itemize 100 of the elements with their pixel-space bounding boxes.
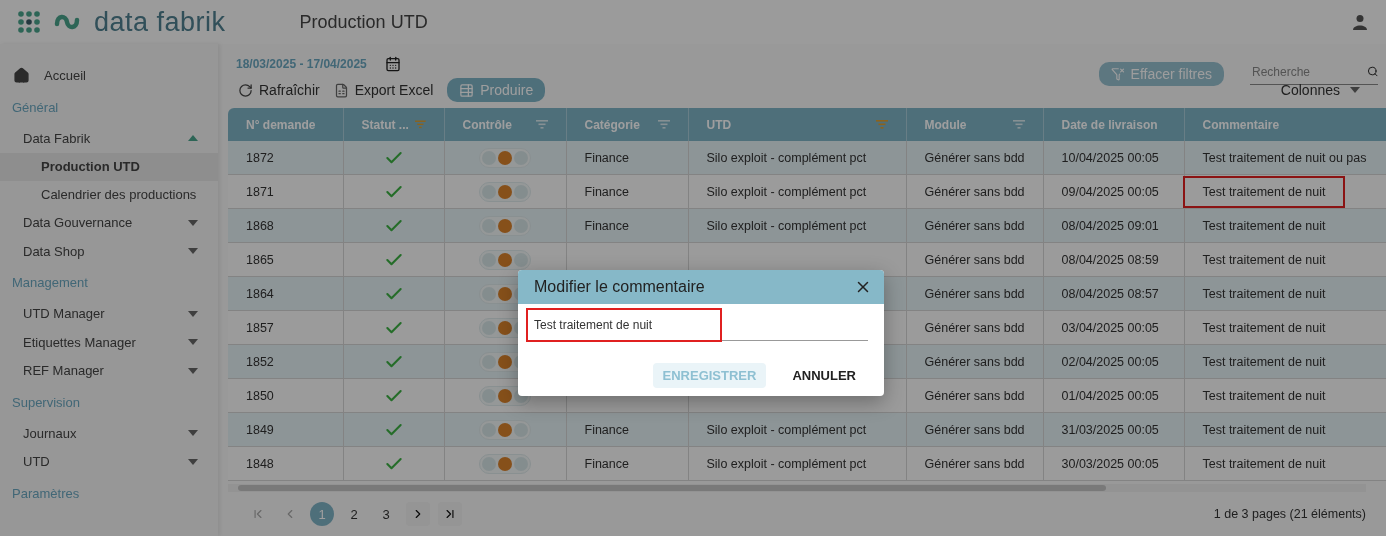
column-header-label: Statut ... <box>361 117 409 132</box>
table-cell: Générer sans bdd <box>906 208 1043 243</box>
traffic-light-toggle[interactable] <box>479 419 531 440</box>
export-button[interactable]: Export Excel <box>333 82 434 98</box>
traffic-light-toggle[interactable] <box>479 453 531 474</box>
sidebar-group[interactable]: Etiquettes Manager <box>23 334 136 350</box>
comment-text[interactable]: Test traitement de nuit <box>1202 315 1326 340</box>
cancel-button[interactable]: ANNULER <box>782 363 866 388</box>
comment-text[interactable]: Test traitement de nuit <box>1202 417 1326 442</box>
columns-dropdown[interactable]: Colonnes <box>1274 81 1366 99</box>
table-cell: Générer sans bdd <box>906 276 1043 311</box>
filter-clear-icon <box>1110 67 1125 81</box>
table-cell: Silo exploit - complément pct <box>688 208 906 243</box>
table-cell: 1865 <box>228 242 343 277</box>
page-number[interactable]: 2 <box>342 502 366 526</box>
table-cell: Silo exploit - complément pct <box>688 141 906 175</box>
sidebar-group[interactable]: Data Fabrik <box>23 130 91 146</box>
sidebar-group[interactable]: Data Shop <box>23 243 85 259</box>
table-cell: 02/04/2025 00:05 <box>1043 344 1184 379</box>
table-cell: 08/04/2025 09:01 <box>1043 208 1184 243</box>
filter-icon[interactable] <box>657 120 670 129</box>
table-cell: 08/04/2025 08:59 <box>1043 242 1184 277</box>
table-cell: Générer sans bdd <box>906 141 1043 175</box>
refresh-button[interactable]: Rafraîchir <box>238 82 320 98</box>
dialog-title: Modifier le commentaire <box>534 278 705 296</box>
spreadsheet-icon <box>333 82 349 98</box>
table-cell: 01/04/2025 00:05 <box>1043 378 1184 413</box>
table-cell: Silo exploit - complément pct <box>688 446 906 481</box>
column-header-label: UTD <box>706 117 732 132</box>
table-cell: 1850 <box>228 378 343 413</box>
filter-icon[interactable] <box>1012 120 1025 129</box>
table-cell: 09/04/2025 00:05 <box>1043 174 1184 209</box>
table-cell: Silo exploit - complément pct <box>688 412 906 447</box>
logo-icon <box>54 12 80 32</box>
table-cell: Finance <box>566 208 688 243</box>
column-header-label: Contrôle <box>462 117 512 132</box>
page-number[interactable]: 3 <box>374 502 398 526</box>
table-icon <box>459 82 475 98</box>
sidebar-item[interactable]: Accueil <box>0 60 218 90</box>
table-cell: 1872 <box>228 141 343 175</box>
table-cell: 1871 <box>228 174 343 209</box>
home-icon <box>13 66 30 84</box>
sidebar-section-title: Management <box>11 274 89 292</box>
last-page-button[interactable] <box>438 502 462 526</box>
sidebar-group[interactable]: REF Manager <box>23 363 104 379</box>
table-cell: 1852 <box>228 344 343 379</box>
app-grid-icon[interactable] <box>18 11 40 33</box>
column-header-label: Date de livraison <box>1061 117 1158 132</box>
calendar-icon[interactable] <box>384 56 401 72</box>
sidebar-item-label: Accueil <box>44 67 86 83</box>
search-field[interactable]: Recherche <box>1250 63 1367 80</box>
sidebar-group[interactable]: UTD Manager <box>23 306 105 322</box>
comment-text[interactable]: Test traitement de nuit <box>1202 281 1326 306</box>
table-cell: 10/04/2025 00:05 <box>1043 141 1184 175</box>
horizontal-scrollbar[interactable] <box>228 484 1366 492</box>
table-cell: Finance <box>566 446 688 481</box>
table-cell: Générer sans bdd <box>906 310 1043 345</box>
table-cell: Générer sans bdd <box>906 344 1043 379</box>
sidebar-group[interactable]: UTD <box>23 454 50 470</box>
sidebar-group[interactable]: Data Gouvernance <box>23 215 133 231</box>
table-cell: Générer sans bdd <box>906 446 1043 481</box>
comment-text[interactable]: Test traitement de nuit <box>1202 383 1326 408</box>
traffic-light-toggle[interactable] <box>479 215 531 236</box>
table-cell: Finance <box>566 412 688 447</box>
next-page-button[interactable] <box>406 502 430 526</box>
sidebar-section-title: Paramètres <box>11 484 81 503</box>
column-header-label: Catégorie <box>584 117 640 132</box>
comment-text[interactable]: Test traitement de nuit <box>1184 177 1344 206</box>
table-cell: 1857 <box>228 310 343 345</box>
traffic-light-toggle[interactable] <box>479 181 531 202</box>
table-cell: 08/04/2025 08:57 <box>1043 276 1184 311</box>
page-info: 1 de 3 pages (21 éléments) <box>1213 507 1366 521</box>
table-cell: 1849 <box>228 412 343 447</box>
table-cell: Générer sans bdd <box>906 174 1043 209</box>
user-icon[interactable] <box>1352 14 1368 30</box>
table-cell: Finance <box>566 174 688 209</box>
comment-text[interactable]: Test traitement de nuit <box>1202 213 1326 238</box>
first-page-icon <box>251 507 265 521</box>
comment-text[interactable]: Test traitement de nuit <box>1202 247 1326 272</box>
table-cell: Finance <box>566 141 688 175</box>
column-header-label: N° demande <box>246 117 316 132</box>
comment-text[interactable]: Test traitement de nuit ou pas <box>1202 145 1367 170</box>
table-cell: 30/03/2025 00:05 <box>1043 446 1184 481</box>
comment-input[interactable]: Test traitement de nuit <box>528 310 720 340</box>
table-cell: Générer sans bdd <box>906 378 1043 413</box>
table-cell: Générer sans bdd <box>906 412 1043 447</box>
caret-icon <box>1350 87 1360 93</box>
traffic-light-toggle[interactable] <box>479 147 531 168</box>
page-title: Production UTD <box>299 11 429 33</box>
table-cell: 1868 <box>228 208 343 243</box>
comment-text[interactable]: Test traitement de nuit <box>1202 349 1326 374</box>
table-cell: Générer sans bdd <box>906 242 1043 277</box>
sidebar-group[interactable]: Journaux <box>23 425 77 441</box>
comment-text[interactable]: Test traitement de nuit <box>1202 451 1326 476</box>
sidebar-item[interactable]: Production UTD <box>0 152 218 181</box>
filter-icon[interactable] <box>535 120 548 129</box>
search-icon[interactable] <box>1366 65 1378 78</box>
last-page-icon <box>443 507 457 521</box>
traffic-light-toggle[interactable] <box>479 249 531 270</box>
refresh-icon <box>238 82 253 98</box>
